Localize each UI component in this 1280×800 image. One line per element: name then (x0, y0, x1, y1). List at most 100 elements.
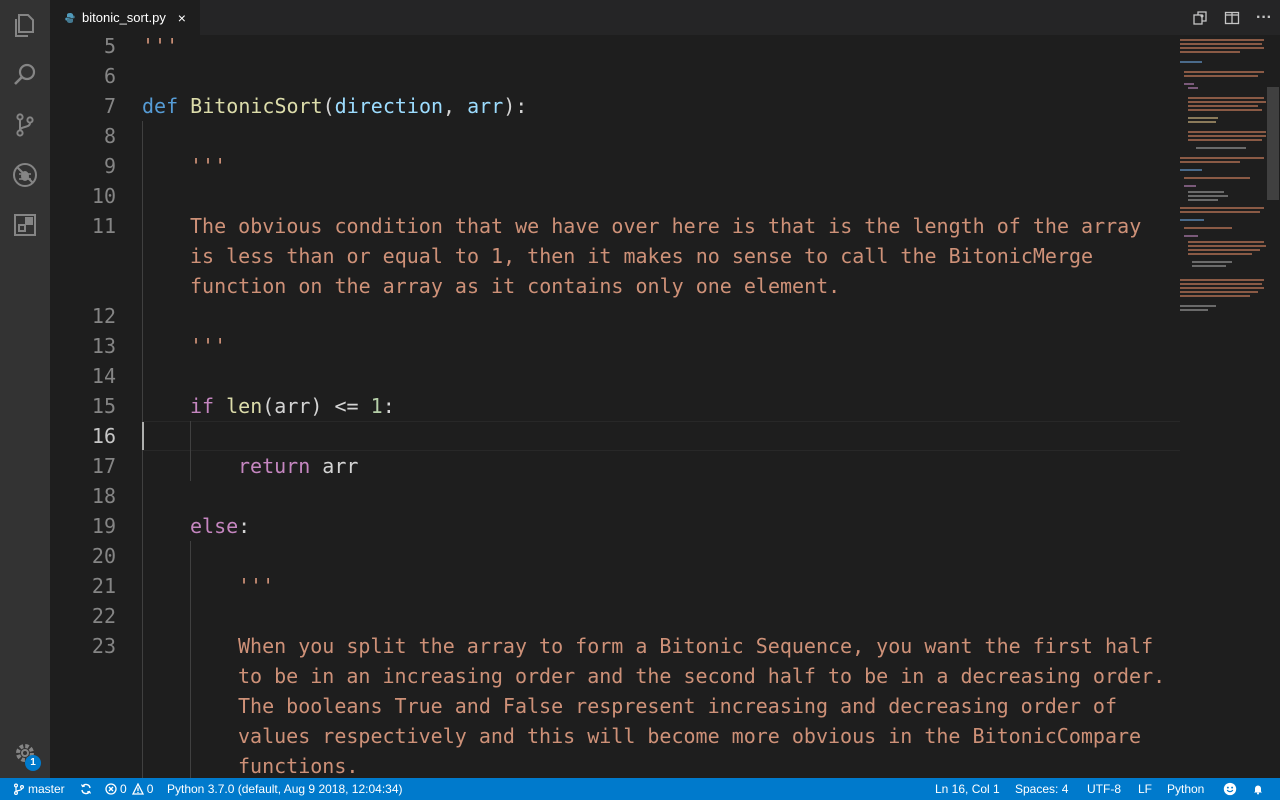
debug-icon[interactable] (0, 150, 50, 200)
tab-strip: bitonic_sort.py × ··· (50, 0, 1280, 35)
minimap-line (1180, 157, 1264, 159)
minimap-line (1180, 47, 1264, 49)
cursor-position[interactable]: Ln 16, Col 1 (935, 778, 1000, 800)
code-line-23-a: When you split the array to form a Biton… (238, 634, 1154, 658)
line-number: 9 (103, 154, 116, 178)
else-keyword: else (190, 514, 239, 538)
minimap-line (1180, 291, 1258, 293)
minimap-line (1188, 101, 1266, 103)
minimap-line (1188, 109, 1262, 111)
code-line-17: return arr (238, 451, 358, 481)
code-line-21: ''' (238, 574, 275, 598)
minimap-line (1184, 75, 1258, 77)
current-line-highlight (142, 421, 1180, 451)
sync-button[interactable] (80, 778, 92, 800)
problems-indicator[interactable]: 0 0 (105, 778, 153, 800)
line-number: 19 (91, 514, 116, 538)
paren-open: ( (322, 94, 335, 118)
explorer-icon[interactable] (0, 0, 50, 50)
minimap-line (1180, 295, 1250, 297)
line-number: 17 (91, 454, 116, 478)
indent-guide (190, 421, 191, 481)
minimap-line (1180, 283, 1262, 285)
minimap-line (1180, 161, 1240, 163)
minimap-line (1188, 117, 1218, 119)
editor[interactable]: 5 6 7 8 9 10 11 12 13 14 15 16 17 18 19 … (50, 35, 1180, 778)
code-line-5: ''' (142, 35, 179, 58)
signature-end: ): (503, 94, 528, 118)
minimap-line (1188, 139, 1262, 141)
warning-count: 0 (146, 782, 154, 796)
number-literal: 1 (370, 394, 383, 418)
code-area[interactable]: ''' def BitonicSort(direction, arr): '''… (142, 35, 1180, 778)
line-number: 15 (91, 394, 116, 418)
line-number: 23 (91, 634, 116, 658)
minimap-line (1180, 211, 1260, 213)
minimap-line (1180, 39, 1264, 41)
language-mode[interactable]: Python (1167, 778, 1204, 800)
line-number: 10 (91, 184, 116, 208)
minimap-line (1196, 147, 1246, 149)
code-line-23-c: The booleans True and False respresent i… (238, 694, 1117, 718)
python-interpreter[interactable]: Python 3.7.0 (default, Aug 9 2018, 12:04… (167, 778, 403, 800)
line-number: 22 (91, 604, 116, 628)
more-actions-icon[interactable]: ··· (1248, 0, 1280, 35)
branch-name: master (28, 782, 65, 796)
code-line-23-e: functions. (238, 754, 359, 778)
tab-bitonic-sort[interactable]: bitonic_sort.py × (50, 0, 200, 35)
line-number: 8 (103, 124, 116, 148)
minimap-line (1188, 195, 1228, 197)
minimap-line (1180, 309, 1208, 311)
line-number: 13 (91, 334, 116, 358)
status-bar: master 0 0 Python 3.7.0 (default, Aug 9 … (0, 778, 1280, 800)
line-number-gutter: 5 6 7 8 9 10 11 12 13 14 15 16 17 18 19 … (50, 35, 120, 778)
split-editor-icon[interactable] (1216, 0, 1248, 35)
minimap-line (1188, 249, 1260, 251)
search-icon[interactable] (0, 50, 50, 100)
line-number: 11 (91, 214, 116, 238)
python-file-icon (64, 12, 76, 24)
line-ending[interactable]: LF (1138, 778, 1152, 800)
error-count: 0 (120, 782, 127, 796)
tab-close-icon[interactable]: × (175, 10, 189, 26)
settings-gear-icon[interactable]: 1 (0, 728, 50, 778)
minimap-line (1188, 105, 1258, 107)
minimap-line (1184, 227, 1232, 229)
code-line-11-b: is less than or equal to 1, then it make… (190, 244, 1094, 268)
code-line-13: ''' (190, 334, 227, 358)
return-keyword: return (238, 454, 311, 478)
minimap-line (1180, 43, 1262, 45)
code-line-9: ''' (190, 154, 227, 178)
extensions-icon[interactable] (0, 200, 50, 250)
minimap-line (1180, 219, 1204, 221)
minimap-line (1188, 121, 1216, 123)
feedback-smiley-icon[interactable] (1223, 778, 1237, 800)
minimap-line (1188, 253, 1252, 255)
settings-badge: 1 (25, 755, 41, 771)
minimap-line (1180, 61, 1202, 63)
minimap[interactable] (1180, 35, 1268, 778)
minimap-line (1180, 279, 1264, 281)
minimap-line (1192, 265, 1226, 267)
indentation[interactable]: Spaces: 4 (1015, 778, 1068, 800)
len-builtin: len (226, 394, 263, 418)
line-number: 7 (103, 94, 116, 118)
param-direction: direction (334, 94, 444, 118)
more-actions-glyph: ··· (1256, 8, 1272, 26)
open-changes-icon[interactable] (1184, 0, 1216, 35)
source-control-icon[interactable] (0, 100, 50, 150)
code-line-23-b: to be in an increasing order and the sec… (238, 664, 1166, 688)
line-number: 12 (91, 304, 116, 328)
branch-indicator[interactable]: master (13, 778, 65, 800)
minimap-line (1184, 235, 1198, 237)
line-number: 5 (103, 35, 116, 58)
minimap-line (1188, 245, 1266, 247)
encoding[interactable]: UTF-8 (1087, 778, 1121, 800)
notifications-bell-icon[interactable] (1252, 778, 1264, 800)
minimap-line (1188, 191, 1224, 193)
minimap-line (1192, 261, 1232, 263)
scrollbar-thumb[interactable] (1267, 87, 1279, 200)
minimap-line (1180, 51, 1240, 53)
line-number: 6 (103, 64, 116, 88)
text-cursor (142, 422, 144, 450)
